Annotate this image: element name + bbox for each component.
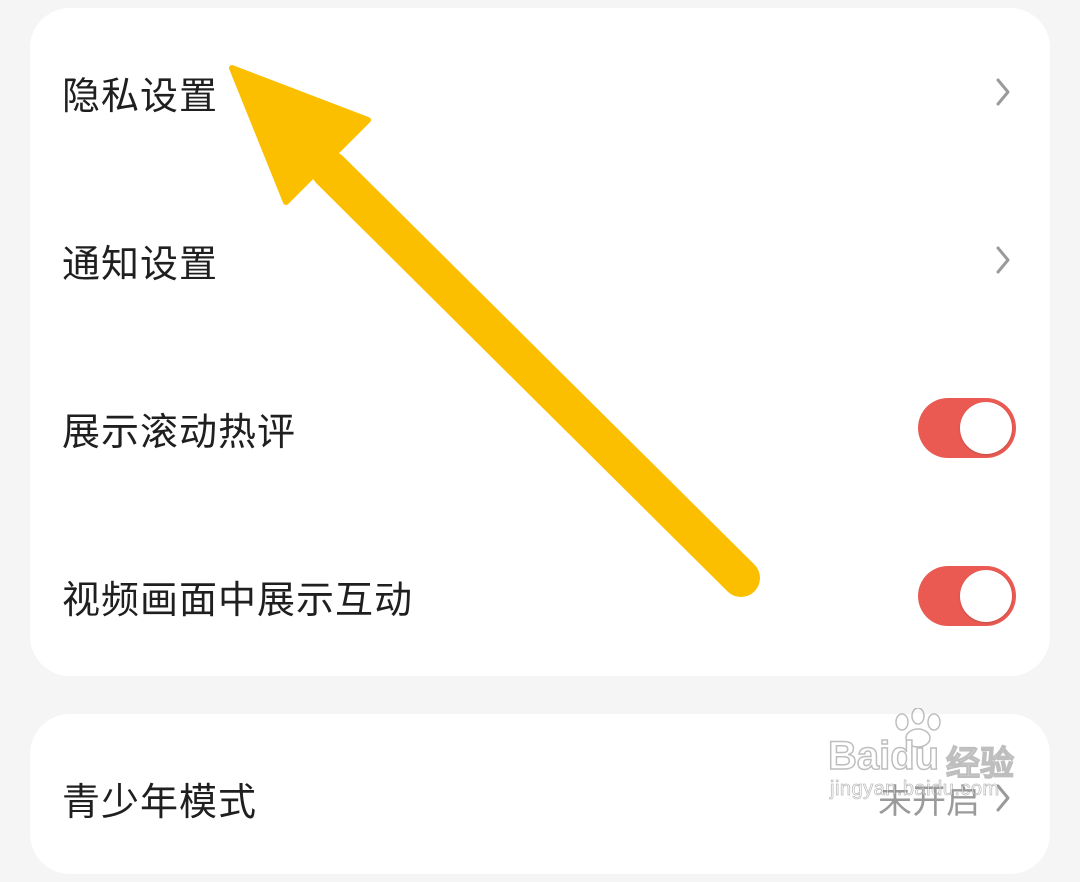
chevron-right-icon	[990, 243, 1016, 277]
teen-mode-row[interactable]: 青少年模式 未开启	[30, 714, 1050, 882]
video-interaction-toggle[interactable]	[918, 566, 1016, 626]
privacy-settings-label: 隐私设置	[62, 73, 219, 118]
settings-card-secondary: 青少年模式 未开启	[30, 714, 1050, 874]
settings-card: 隐私设置 通知设置 展示滚动热评 视频画面中展示互动	[30, 8, 1050, 676]
video-interaction-label: 视频画面中展示互动	[62, 577, 414, 622]
chevron-right-icon	[990, 75, 1016, 109]
teen-mode-value: 未开启	[878, 781, 980, 822]
chevron-right-icon	[990, 781, 1016, 815]
toggle-knob	[960, 402, 1012, 454]
notification-settings-row[interactable]: 通知设置	[30, 176, 1050, 344]
toggle-knob	[960, 570, 1012, 622]
scrolling-hot-comments-label: 展示滚动热评	[62, 409, 297, 454]
scrolling-hot-comments-toggle[interactable]	[918, 398, 1016, 458]
teen-mode-label: 青少年模式	[62, 779, 258, 824]
notification-settings-label: 通知设置	[62, 241, 219, 286]
privacy-settings-row[interactable]: 隐私设置	[30, 8, 1050, 176]
video-interaction-row: 视频画面中展示互动	[30, 512, 1050, 680]
scrolling-hot-comments-row: 展示滚动热评	[30, 344, 1050, 512]
